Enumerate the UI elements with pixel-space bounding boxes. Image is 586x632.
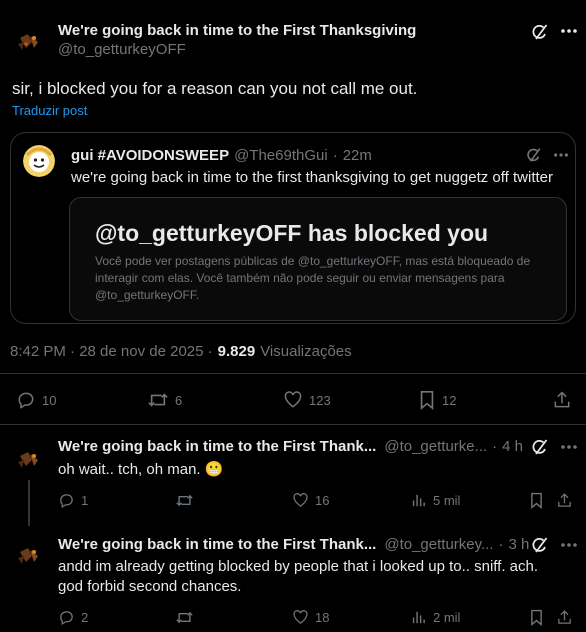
actions-divider bbox=[0, 424, 586, 425]
reply1-grok-icon[interactable] bbox=[530, 437, 550, 457]
reply2-handle[interactable]: @to_getturkey... bbox=[384, 536, 493, 553]
reply-icon bbox=[58, 609, 75, 626]
reply2-header: We're going back in time to the First Th… bbox=[58, 536, 529, 553]
reply1-repost-button[interactable] bbox=[175, 492, 194, 509]
author-avatar[interactable] bbox=[12, 24, 46, 58]
grok-icon[interactable] bbox=[530, 22, 550, 42]
reply2-reply-count: 2 bbox=[81, 610, 89, 625]
quote-author-name[interactable]: gui #AVOIDONSWEEP bbox=[71, 147, 229, 164]
quote-author-handle[interactable]: @The69thGui bbox=[234, 147, 328, 164]
reply2-more-options-icon[interactable] bbox=[560, 542, 578, 548]
reply2-separator: · bbox=[498, 536, 504, 553]
reply2-text-line1: andd im already getting blocked by peopl… bbox=[58, 558, 539, 575]
author-display-name[interactable]: We're going back in time to the First Th… bbox=[58, 22, 416, 39]
views-label: Visualizações bbox=[260, 343, 352, 360]
repost-icon bbox=[175, 492, 194, 509]
share-icon[interactable] bbox=[552, 390, 572, 410]
reply1-time[interactable]: 4 h bbox=[502, 438, 523, 455]
post-text: sir, i blocked you for a reason can you … bbox=[12, 79, 418, 98]
reply2-like-count: 18 bbox=[315, 610, 330, 625]
reply2-reply-button[interactable]: 2 bbox=[58, 609, 88, 626]
reply-icon bbox=[58, 492, 75, 509]
reply1-reply-count: 1 bbox=[81, 493, 89, 508]
reply2-time[interactable]: 3 h bbox=[509, 536, 530, 553]
repost-count: 6 bbox=[175, 392, 183, 408]
reply1-like-count: 16 bbox=[315, 493, 330, 508]
quote-more-options-icon[interactable] bbox=[553, 152, 569, 158]
reply1-text: oh wait.. tch, oh man. 😬 bbox=[58, 461, 224, 478]
meta-divider bbox=[0, 373, 586, 374]
reply2-repost-button[interactable] bbox=[175, 609, 194, 626]
reply-icon bbox=[16, 390, 36, 410]
post-timestamp[interactable]: 8:42 PM · 28 de nov de 2025 · bbox=[10, 343, 213, 360]
reply1-views-count: 5 mil bbox=[433, 493, 461, 508]
views-chart-icon bbox=[410, 492, 427, 509]
reply-count: 10 bbox=[42, 392, 57, 408]
views-chart-icon bbox=[410, 609, 427, 626]
reply1-like-button[interactable]: 16 bbox=[292, 492, 329, 509]
blocked-notice-title: @to_getturkeyOFF has blocked you bbox=[95, 220, 489, 246]
reply1-bookmark-icon[interactable] bbox=[529, 492, 544, 509]
quote-text: we're going back in time to the first th… bbox=[71, 169, 554, 186]
translate-post-link[interactable]: Traduzir post bbox=[12, 103, 87, 118]
reply2-bookmark-icon[interactable] bbox=[529, 609, 544, 626]
reply1-handle[interactable]: @to_getturke... bbox=[384, 438, 487, 455]
reply2-avatar[interactable] bbox=[12, 538, 46, 572]
reply2-author-name[interactable]: We're going back in time to the First Th… bbox=[58, 536, 376, 553]
reply2-like-button[interactable]: 18 bbox=[292, 609, 329, 626]
author-handle[interactable]: @to_getturkeyOFF bbox=[58, 41, 186, 58]
like-button[interactable]: 123 bbox=[283, 390, 331, 410]
thread-line bbox=[28, 480, 30, 526]
reply2-views-count: 2 mil bbox=[433, 610, 461, 625]
reply1-author-name[interactable]: We're going back in time to the First Th… bbox=[58, 438, 376, 455]
reply2-share-icon[interactable] bbox=[556, 609, 573, 626]
heart-icon bbox=[292, 609, 309, 626]
quote-grok-icon[interactable] bbox=[525, 146, 543, 164]
quote-author-avatar[interactable] bbox=[23, 145, 55, 177]
views-count: 9.829 bbox=[217, 343, 256, 360]
reply1-separator: · bbox=[492, 438, 498, 455]
bookmark-icon bbox=[418, 390, 436, 410]
quote-header: gui #AVOIDONSWEEP @The69thGui · 22m bbox=[71, 147, 372, 164]
reply1-reply-button[interactable]: 1 bbox=[58, 492, 88, 509]
repost-icon bbox=[175, 609, 194, 626]
reply1-avatar[interactable] bbox=[12, 442, 46, 476]
quote-time[interactable]: 22m bbox=[343, 147, 372, 164]
post-meta: 8:42 PM · 28 de nov de 2025 · 9.829 Visu… bbox=[10, 343, 352, 360]
quote-separator: · bbox=[332, 147, 338, 164]
reply2-text-line2: god forbid second chances. bbox=[58, 578, 242, 595]
like-count: 123 bbox=[309, 392, 331, 408]
reply-button[interactable]: 10 bbox=[16, 390, 56, 410]
repost-button[interactable]: 6 bbox=[147, 390, 182, 410]
heart-icon bbox=[283, 390, 303, 410]
reply1-share-icon[interactable] bbox=[556, 492, 573, 509]
reply1-more-options-icon[interactable] bbox=[560, 444, 578, 450]
reply1-views-button[interactable]: 5 mil bbox=[410, 492, 460, 509]
bookmark-button[interactable]: 12 bbox=[418, 390, 456, 410]
heart-icon bbox=[292, 492, 309, 509]
reply2-views-button[interactable]: 2 mil bbox=[410, 609, 460, 626]
blocked-notice-body: Você pode ver postagens públicas de @to_… bbox=[95, 254, 531, 302]
bookmark-count: 12 bbox=[442, 392, 457, 408]
repost-icon bbox=[147, 390, 169, 410]
reply2-grok-icon[interactable] bbox=[530, 535, 550, 555]
more-options-icon[interactable] bbox=[560, 28, 578, 34]
reply1-header: We're going back in time to the First Th… bbox=[58, 438, 523, 455]
